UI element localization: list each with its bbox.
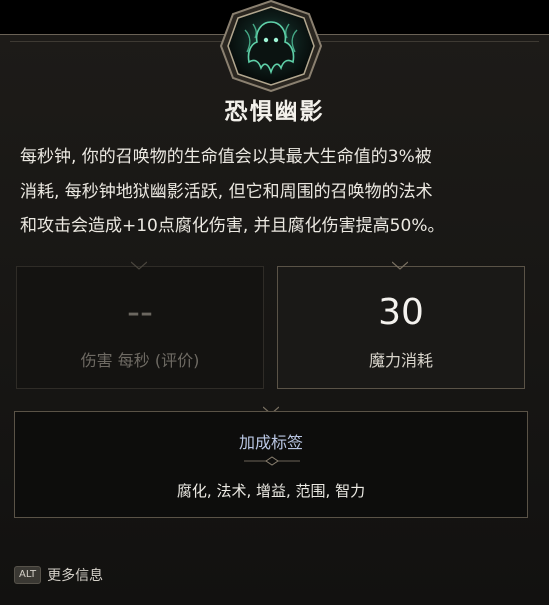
- mana-cost-value: 30: [378, 292, 424, 333]
- right-box-ornament-icon: [392, 261, 408, 270]
- tags-list: 腐化, 法术, 增益, 范围, 智力: [176, 482, 366, 500]
- alt-key-badge: ALT: [14, 566, 42, 584]
- dps-stat-box: -- 伤害 每秒 (评价): [16, 266, 264, 389]
- tags-box: 加成标签 腐化, 法术, 增益, 范围, 智力: [14, 411, 528, 518]
- more-info-label: 更多信息: [47, 568, 104, 584]
- tags-title: 加成标签: [238, 433, 303, 452]
- dps-label: 伤害 每秒 (评价): [80, 351, 200, 370]
- mana-cost-box: 30 魔力消耗: [277, 266, 525, 389]
- skill-icon-frame: [217, 0, 325, 93]
- ghost-specter-icon: [219, 0, 323, 93]
- flourish-divider-icon: [244, 456, 300, 466]
- skill-name: 恐惧幽影: [224, 99, 325, 125]
- mana-cost-label: 魔力消耗: [368, 351, 433, 370]
- left-box-ornament-icon: [131, 261, 147, 270]
- dps-value: --: [127, 292, 153, 333]
- more-info-hint: ALT 更多信息: [14, 565, 103, 585]
- skill-description: 每秒钟, 你的召唤物的生命值会以其最大生命值的3%被 消耗, 每秒钟地狱幽影活跃…: [20, 147, 445, 236]
